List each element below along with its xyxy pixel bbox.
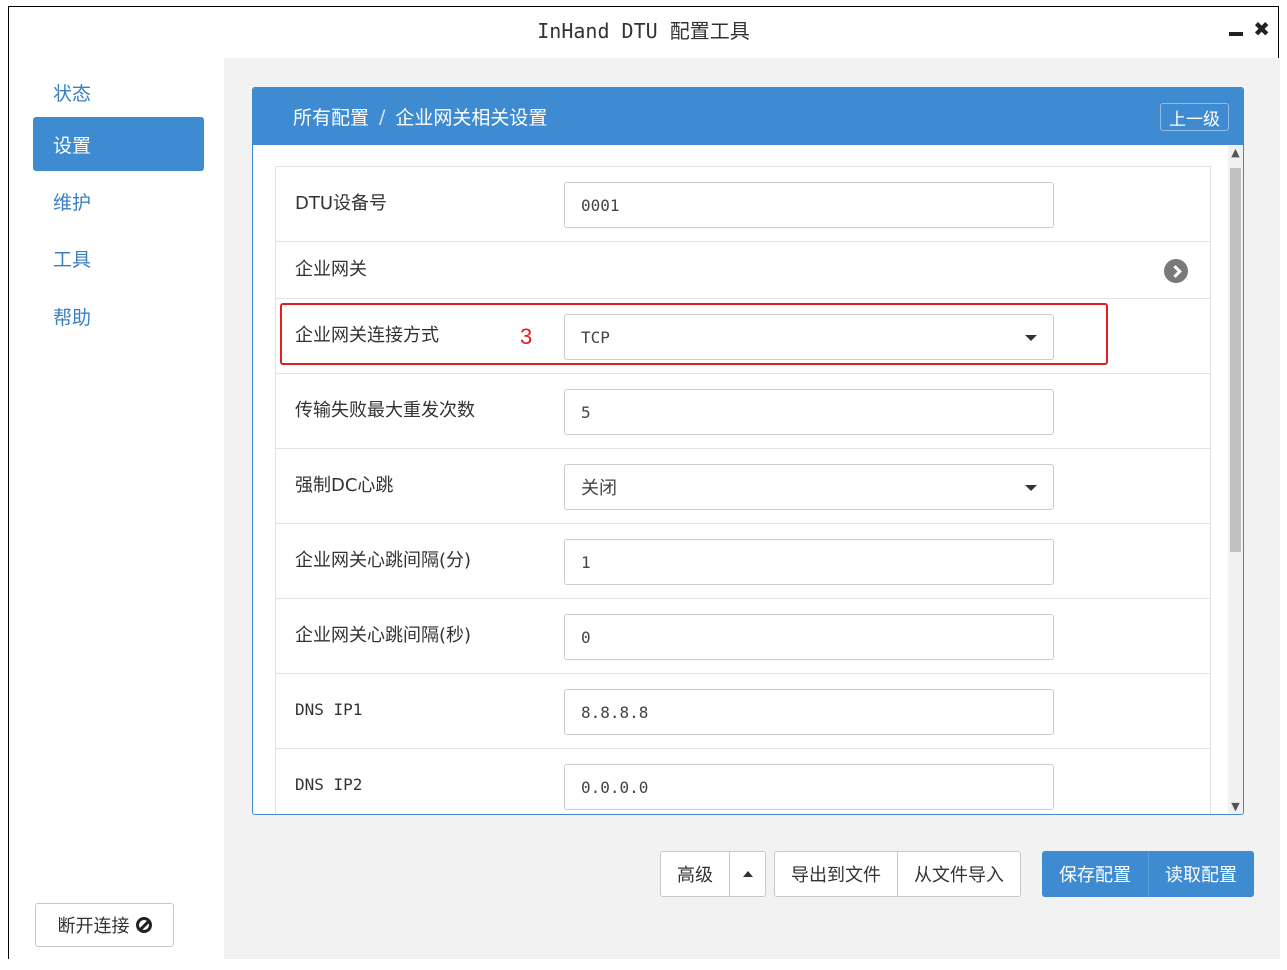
form-scroll-area: DTU设备号 0001 企业网关 企业网关连接方式 3 TCP 传输失败最大重发… [253,145,1243,814]
form-row-force-dc-heartbeat: 强制DC心跳 关闭 [276,449,1210,524]
heartbeat-minutes-input[interactable]: 1 [564,539,1054,585]
panel-header: 所有配置 / 企业网关相关设置 上一级 [253,88,1243,145]
sidebar-item-tools[interactable]: 工具 [33,231,204,285]
sidebar-item-help[interactable]: 帮助 [33,289,204,343]
form-row-max-retries: 传输失败最大重发次数 5 [276,374,1210,449]
close-button[interactable]: ✖ [1253,17,1270,41]
app-window: InHand DTU 配置工具 ✖ 状态 设置 维护 工具 帮助 断开连接 所有… [8,6,1280,959]
connection-mode-select[interactable]: TCP [564,314,1054,360]
max-retries-input[interactable]: 5 [564,389,1054,435]
settings-panel: 所有配置 / 企业网关相关设置 上一级 DTU设备号 0001 企业网关 企业网… [252,87,1244,815]
dtu-id-input[interactable]: 0001 [564,182,1054,228]
config-group: 保存配置 读取配置 [1042,851,1254,897]
disconnect-button[interactable]: 断开连接 [35,903,174,947]
form-row-dns-ip2: DNS IP2 0.0.0.0 [276,749,1210,814]
main-content: 所有配置 / 企业网关相关设置 上一级 DTU设备号 0001 企业网关 企业网… [224,58,1280,959]
field-label: DNS IP2 [295,774,363,794]
field-label: 企业网关心跳间隔(秒) [295,625,472,646]
window-title: InHand DTU 配置工具 [537,19,750,43]
select-value: 关闭 [581,478,617,499]
sidebar-item-status[interactable]: 状态 [33,65,204,119]
settings-form: DTU设备号 0001 企业网关 企业网关连接方式 3 TCP 传输失败最大重发… [275,166,1211,814]
select-value: TCP [581,327,610,347]
advanced-button[interactable]: 高级 [660,851,730,897]
chevron-right-icon[interactable] [1164,259,1188,283]
step-annotation: 3 [520,323,533,349]
breadcrumb-root[interactable]: 所有配置 [293,103,369,130]
import-from-file-button[interactable]: 从文件导入 [898,851,1021,897]
action-footer: 高级 导出到文件 从文件导入 保存配置 读取配置 [224,851,1280,907]
form-row-dns-ip1: DNS IP1 8.8.8.8 [276,674,1210,749]
field-label: 强制DC心跳 [295,475,394,496]
section-label: 企业网关 [295,259,367,280]
form-row-gateway-section: 企业网关 [276,242,1210,299]
sidebar: 状态 设置 维护 工具 帮助 [9,52,224,959]
breadcrumb-current: 企业网关相关设置 [395,107,548,129]
file-group: 导出到文件 从文件导入 [774,851,1021,897]
field-label: 企业网关心跳间隔(分) [295,550,472,571]
minimize-button[interactable] [1229,17,1244,41]
field-label: DNS IP1 [295,699,363,719]
disconnect-label: 断开连接 [57,916,130,937]
read-config-button[interactable]: 读取配置 [1148,851,1254,897]
field-label: DTU设备号 [295,193,388,214]
breadcrumb-separator: / [379,105,386,128]
field-label: 企业网关连接方式 [295,325,439,346]
form-row-dtu-id: DTU设备号 0001 [276,167,1210,242]
dns-ip2-input[interactable]: 0.0.0.0 [564,764,1054,810]
scroll-up-icon[interactable]: ▲ [1228,145,1243,160]
minimize-icon [1229,32,1244,36]
advanced-group: 高级 [660,851,766,897]
ban-icon [135,917,152,933]
sidebar-item-settings[interactable]: 设置 [33,117,204,171]
window-controls: ✖ [1229,17,1270,41]
caret-down-icon [1025,335,1037,341]
up-level-button[interactable]: 上一级 [1160,103,1229,131]
save-config-button[interactable]: 保存配置 [1042,851,1148,897]
scroll-thumb[interactable] [1230,168,1241,552]
title-bar: InHand DTU 配置工具 ✖ [9,7,1278,52]
force-dc-heartbeat-select[interactable]: 关闭 [564,464,1054,510]
caret-down-icon [1025,485,1037,491]
scroll-down-icon[interactable]: ▼ [1228,799,1243,814]
field-label: 传输失败最大重发次数 [295,400,475,421]
vertical-scrollbar[interactable]: ▲ ▼ [1228,145,1243,814]
export-to-file-button[interactable]: 导出到文件 [774,851,898,897]
heartbeat-seconds-input[interactable]: 0 [564,614,1054,660]
form-row-heartbeat-min: 企业网关心跳间隔(分) 1 [276,524,1210,599]
sidebar-item-maintenance[interactable]: 维护 [33,174,204,228]
form-row-connection-mode: 企业网关连接方式 3 TCP [276,299,1210,374]
caret-up-icon [742,871,753,877]
dns-ip1-input[interactable]: 8.8.8.8 [564,689,1054,735]
form-row-heartbeat-sec: 企业网关心跳间隔(秒) 0 [276,599,1210,674]
advanced-toggle-button[interactable] [730,851,766,897]
